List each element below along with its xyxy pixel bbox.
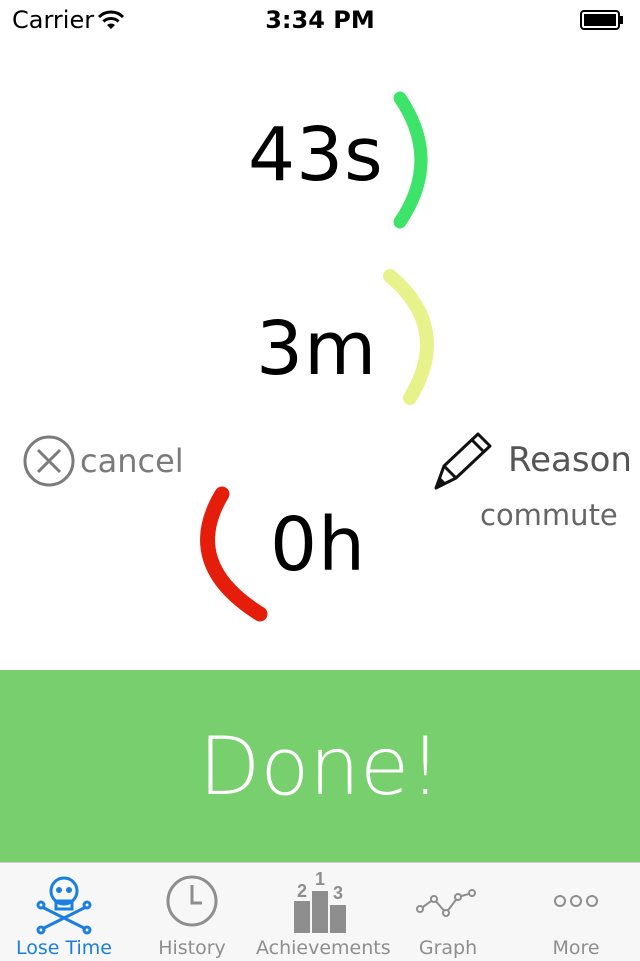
hours-value: 0h (270, 502, 366, 588)
minutes-arc-stroke (383, 269, 434, 405)
hours-arc (200, 486, 268, 622)
skull-crossbones-icon (36, 876, 92, 935)
pencil-icon (434, 432, 492, 490)
done-button[interactable]: Done! (0, 670, 640, 862)
reason-button[interactable]: Reason (428, 428, 632, 492)
cancel-button[interactable]: cancel (20, 432, 190, 490)
podium-first-number: 1 (315, 869, 325, 889)
cancel-icon (23, 435, 75, 487)
tab-lose-time[interactable]: Lose Time (0, 863, 128, 961)
seconds-value: 43s (248, 112, 384, 198)
tab-label: Achievements (256, 937, 391, 959)
podium-third-number: 3 (333, 883, 343, 903)
tab-label: Lose Time (15, 937, 112, 959)
battery-icon (580, 10, 623, 30)
tab-label: More (552, 937, 600, 959)
more-dots-icon (554, 895, 598, 907)
status-bar: Carrier 3:34 PM (0, 0, 640, 40)
line-graph-icon (416, 889, 476, 917)
clock-icon (166, 875, 218, 927)
seconds-arc-stroke (393, 91, 428, 229)
reason-value[interactable]: commute (480, 498, 618, 532)
minutes-value: 3m (256, 306, 378, 392)
cancel-label: cancel (80, 442, 184, 480)
hours-arc-stroke (200, 486, 268, 622)
tab-label: Graph (418, 937, 478, 959)
tab-label: History (158, 937, 226, 959)
done-label: Done! (198, 719, 442, 813)
podium-icon: 2 1 3 (294, 869, 346, 933)
podium-second-number: 2 (297, 881, 307, 901)
tab-bar: Lose Time History 2 1 3 Achievements Gra… (0, 862, 640, 961)
tab-more[interactable]: More (512, 863, 640, 961)
seconds-arc (393, 91, 428, 229)
tab-graph[interactable]: Graph (384, 863, 512, 961)
tab-achievements[interactable]: 2 1 3 Achievements (256, 863, 391, 961)
minutes-arc (383, 269, 434, 405)
tab-history[interactable]: History (128, 863, 256, 961)
reason-label: Reason (508, 440, 632, 480)
status-time: 3:34 PM (265, 6, 375, 34)
